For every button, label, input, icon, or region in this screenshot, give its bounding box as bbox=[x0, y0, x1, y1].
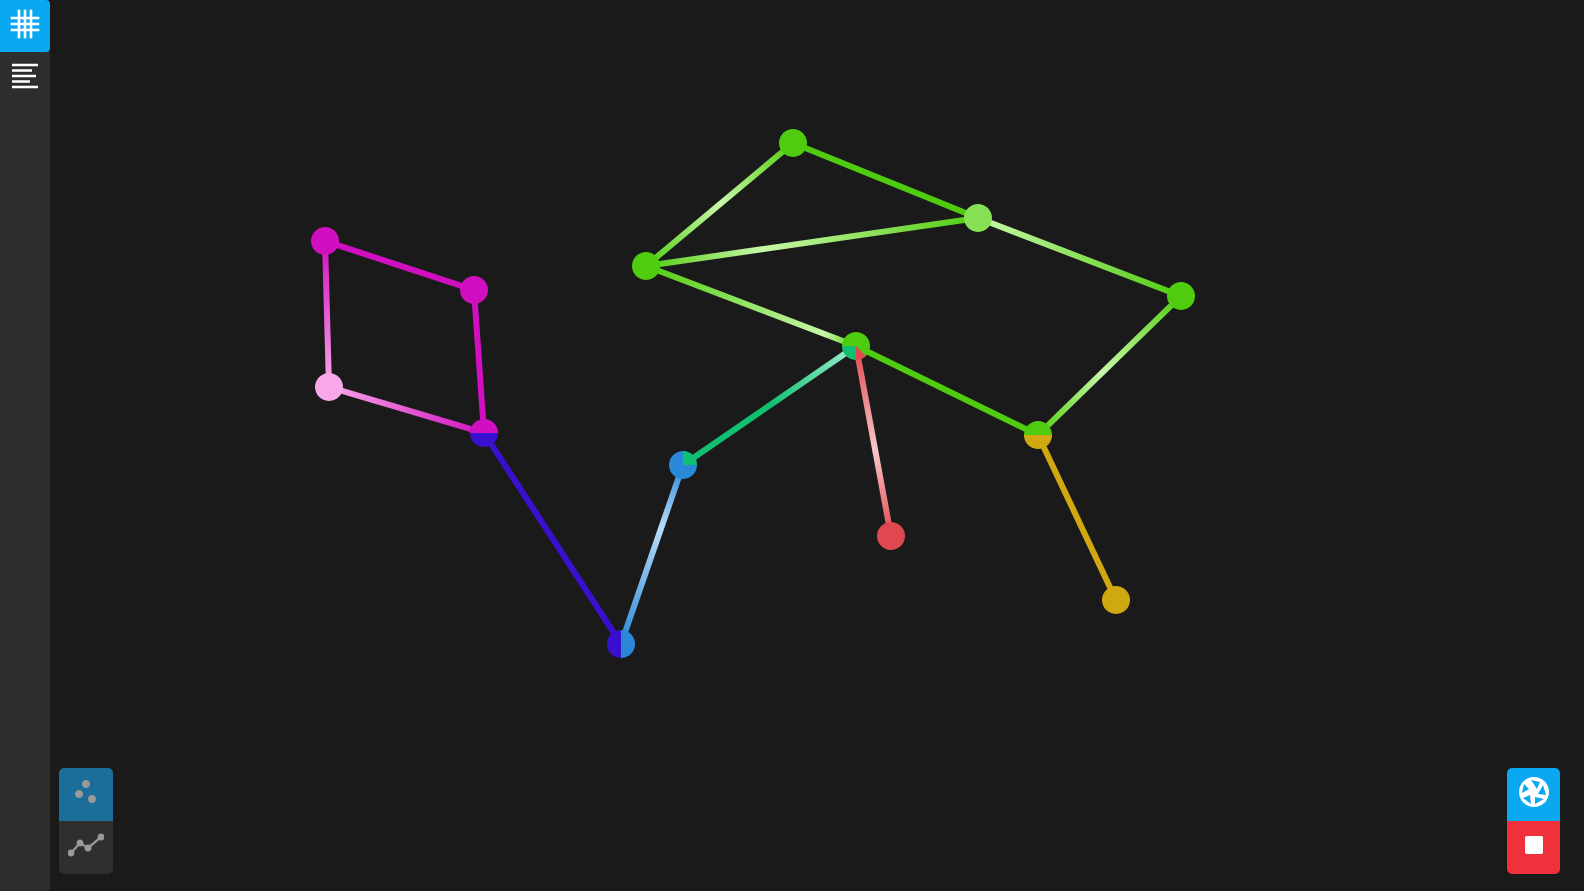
capture-button[interactable] bbox=[1507, 768, 1560, 821]
keypoint[interactable] bbox=[1024, 421, 1052, 449]
keypoint[interactable] bbox=[1102, 586, 1130, 614]
keypoints bbox=[311, 129, 1195, 658]
keypoint[interactable] bbox=[779, 129, 807, 157]
points-mode-button[interactable] bbox=[59, 768, 113, 821]
line-chart-icon bbox=[67, 833, 105, 862]
skeleton-yellow bbox=[1035, 432, 1119, 603]
view-mode-toggle bbox=[59, 768, 113, 874]
keypoint[interactable] bbox=[311, 227, 339, 255]
capture-controls bbox=[1507, 768, 1560, 874]
bone bbox=[326, 384, 487, 436]
skeleton-magenta bbox=[322, 238, 487, 436]
keypoint[interactable] bbox=[842, 332, 870, 361]
keypoint[interactable] bbox=[632, 252, 660, 280]
bone bbox=[618, 462, 686, 647]
stop-button[interactable] bbox=[1507, 821, 1560, 874]
points-icon bbox=[71, 777, 101, 812]
skeleton-teal bbox=[680, 343, 859, 468]
stop-icon bbox=[1524, 836, 1543, 859]
keypoint[interactable] bbox=[964, 204, 992, 232]
pose-canvas bbox=[311, 129, 1195, 658]
skeleton-blue bbox=[618, 462, 686, 647]
keypoint[interactable] bbox=[1167, 282, 1195, 310]
camera-shutter-icon bbox=[1517, 775, 1551, 814]
skeleton-indigo bbox=[481, 430, 624, 647]
bone bbox=[975, 215, 1184, 299]
skeleton-red bbox=[853, 343, 894, 539]
keypoint[interactable] bbox=[669, 451, 697, 479]
keypoint[interactable] bbox=[470, 419, 498, 447]
bone bbox=[481, 430, 624, 647]
bone bbox=[322, 238, 332, 390]
bone bbox=[1035, 432, 1119, 603]
keypoint[interactable] bbox=[460, 276, 488, 304]
bone bbox=[680, 343, 859, 468]
bone bbox=[1035, 293, 1184, 438]
bone bbox=[471, 287, 487, 436]
bone bbox=[322, 238, 477, 293]
skeleton-green bbox=[643, 140, 1184, 438]
keypoint[interactable] bbox=[607, 630, 635, 658]
bone bbox=[643, 263, 859, 349]
lines-mode-button[interactable] bbox=[59, 821, 113, 874]
keypoint[interactable] bbox=[877, 522, 905, 550]
bone bbox=[853, 343, 1041, 438]
bone bbox=[853, 343, 894, 539]
keypoint[interactable] bbox=[315, 373, 343, 401]
bone bbox=[790, 140, 981, 221]
